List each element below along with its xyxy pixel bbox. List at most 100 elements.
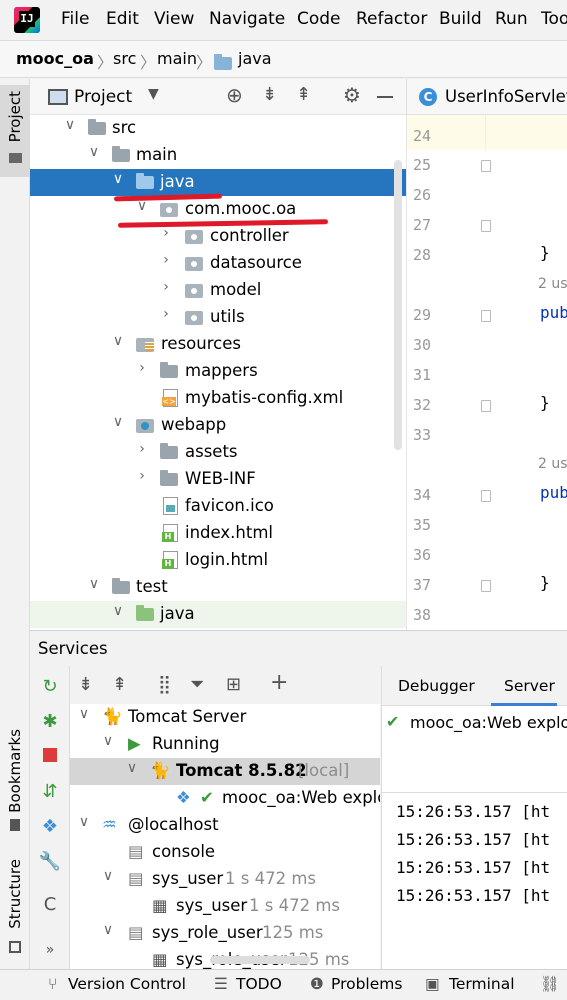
wrench-icon[interactable]: 🔧 (38, 851, 62, 872)
menu-edit[interactable]: Edit (106, 9, 139, 29)
tab-debugger[interactable]: Debugger (398, 677, 475, 695)
chevron-right-icon[interactable]: › (134, 360, 150, 376)
chevron-down-icon[interactable]: ∨ (62, 117, 78, 133)
tree-item-package[interactable]: ∨ com.mooc.oa (30, 196, 406, 223)
bookmarks-tool-tab[interactable]: Bookmarks (0, 729, 30, 839)
tree-item-index-html[interactable]: index.html (30, 520, 406, 547)
tree-item-sys-user[interactable]: ∨ ▤ sys_user 1 s 472 ms (70, 866, 380, 893)
locate-icon[interactable]: ⊕ (226, 83, 243, 107)
tree-scrollbar[interactable] (394, 160, 402, 450)
chevron-right-icon[interactable]: › (158, 252, 174, 268)
chevron-down-icon[interactable]: ∨ (100, 733, 116, 749)
menu-file[interactable]: File (61, 9, 89, 29)
gear-icon[interactable]: ⚙ (343, 83, 361, 107)
services-icon[interactable]: ⛓ (540, 975, 560, 993)
tree-item-model[interactable]: › model (30, 277, 406, 304)
tree-item-test[interactable]: ∨ test (30, 574, 406, 601)
menu-code[interactable]: Code (297, 9, 341, 29)
breadcrumb-java[interactable]: java (238, 49, 272, 68)
tree-item-main[interactable]: ∨ main (30, 142, 406, 169)
stop-icon[interactable] (38, 746, 62, 767)
chevron-down-icon[interactable]: ∨ (100, 868, 116, 884)
tree-item-mappers[interactable]: › mappers (30, 358, 406, 385)
fold-marker-icon[interactable] (481, 490, 491, 502)
editor-tab-userinfoservlet[interactable]: UserInfoServlet. (445, 87, 567, 106)
artifact-icon[interactable]: ❖ (38, 816, 62, 837)
tree-item-resources[interactable]: ∨ resources (30, 331, 406, 358)
tree-item-web-inf[interactable]: › WEB-INF (30, 466, 406, 493)
menu-build[interactable]: Build (439, 9, 482, 29)
collapse-all-icon[interactable]: ⇞ (112, 674, 127, 695)
chevron-right-icon[interactable]: › (158, 279, 174, 295)
refresh-icon[interactable]: C (38, 894, 62, 915)
chevron-down-icon[interactable]: ∨ (76, 706, 92, 722)
deploy-icon[interactable]: ⇵ (38, 781, 62, 802)
version-control-tab[interactable]: Version Control (68, 975, 186, 993)
tree-item-src[interactable]: ∨ src (30, 115, 406, 142)
menu-view[interactable]: View (154, 9, 194, 29)
tree-item-tomcat-server[interactable]: ∨ 🐈 Tomcat Server (70, 704, 380, 731)
filter-icon[interactable]: ⏷ (190, 674, 204, 695)
tree-item-utils[interactable]: › utils (30, 304, 406, 331)
tree-item-test-java[interactable]: ∨ java (30, 601, 406, 628)
tree-item-login-html[interactable]: login.html (30, 547, 406, 574)
add-icon[interactable]: + (270, 670, 288, 695)
chevron-down-icon[interactable]: ∨ (124, 760, 140, 776)
new-tab-icon[interactable]: ⊞ (226, 674, 241, 695)
breadcrumb-src[interactable]: src (113, 49, 136, 68)
more-icon[interactable]: » (38, 942, 62, 958)
chevron-down-icon[interactable]: ▼ (148, 86, 159, 102)
tree-item-tomcat-instance[interactable]: ∨ 🐈 Tomcat 8.5.82 [local] (70, 758, 380, 785)
chevron-down-icon[interactable]: ∨ (100, 922, 116, 938)
debug-icon[interactable]: ✱ (38, 711, 62, 732)
tree-item-datasource[interactable]: › datasource (30, 250, 406, 277)
fold-marker-icon[interactable] (481, 220, 491, 232)
chevron-right-icon[interactable]: › (158, 225, 174, 241)
tree-item-console[interactable]: ▤ console (70, 839, 380, 866)
chevron-down-icon[interactable]: ∨ (110, 171, 126, 187)
chevron-down-icon[interactable]: ∨ (76, 814, 92, 830)
problems-tab[interactable]: Problems (331, 975, 402, 993)
deployment-item[interactable]: mooc_oa:Web explo (410, 713, 567, 732)
breadcrumb-project[interactable]: mooc_oa (16, 49, 94, 68)
fold-marker-icon[interactable] (481, 400, 491, 412)
tree-item-controller[interactable]: › controller (30, 223, 406, 250)
terminal-tab[interactable]: Terminal (449, 975, 515, 993)
tree-item-artifact[interactable]: ❖ ✔ mooc_oa:Web explo (70, 785, 380, 812)
chevron-right-icon[interactable]: › (134, 468, 150, 484)
menu-tools[interactable]: Too (541, 9, 567, 29)
tab-server[interactable]: Server (491, 666, 557, 706)
chevron-down-icon[interactable]: ∨ (110, 333, 126, 349)
fold-marker-icon[interactable] (481, 160, 491, 172)
tree-item-localhost[interactable]: ∨ ♒ @localhost (70, 812, 380, 839)
fold-marker-icon[interactable] (481, 310, 491, 322)
chevron-right-icon[interactable]: › (134, 441, 150, 457)
menu-navigate[interactable]: Navigate (209, 9, 285, 29)
usage-hint[interactable]: 2 us (538, 276, 567, 292)
hide-icon[interactable] (377, 96, 393, 98)
breadcrumb-main[interactable]: main (157, 49, 197, 68)
fold-marker-icon[interactable] (481, 580, 491, 592)
tree-item-webapp[interactable]: ∨ webapp (30, 412, 406, 439)
expand-all-icon[interactable]: ⇟ (78, 674, 93, 695)
code-editor[interactable]: 24 25 26 27 28 29 30 31 32 33 34 35 36 3… (406, 115, 567, 630)
collapse-all-icon[interactable]: ⇞ (296, 84, 311, 105)
tree-item-running[interactable]: ∨ ▶ Running (70, 731, 380, 758)
group-by-icon[interactable]: ⣿ (158, 674, 171, 695)
menu-run[interactable]: Run (495, 9, 528, 29)
chevron-down-icon[interactable]: ∨ (86, 576, 102, 592)
chevron-down-icon[interactable]: ∨ (86, 144, 102, 160)
chevron-down-icon[interactable]: ∨ (110, 603, 126, 619)
project-tool-tab[interactable]: Project (0, 85, 30, 177)
tree-item-mybatis-config[interactable]: mybatis-config.xml (30, 385, 406, 412)
structure-tool-tab[interactable]: Structure (0, 859, 30, 959)
rerun-icon[interactable]: ↻ (38, 676, 62, 697)
tree-item-sys-role-user[interactable]: ∨ ▤ sys_role_user 125 ms (70, 920, 380, 947)
project-view-selector[interactable]: Project (74, 87, 132, 107)
tree-item-assets[interactable]: › assets (30, 439, 406, 466)
menu-refactor[interactable]: Refactor (356, 9, 427, 29)
usage-hint[interactable]: 2 us (538, 456, 567, 472)
todo-tab[interactable]: TODO (236, 975, 282, 993)
tree-item-sys-user-table[interactable]: ▦ sys_user 1 s 472 ms (70, 893, 380, 920)
chevron-down-icon[interactable]: ∨ (110, 414, 126, 430)
